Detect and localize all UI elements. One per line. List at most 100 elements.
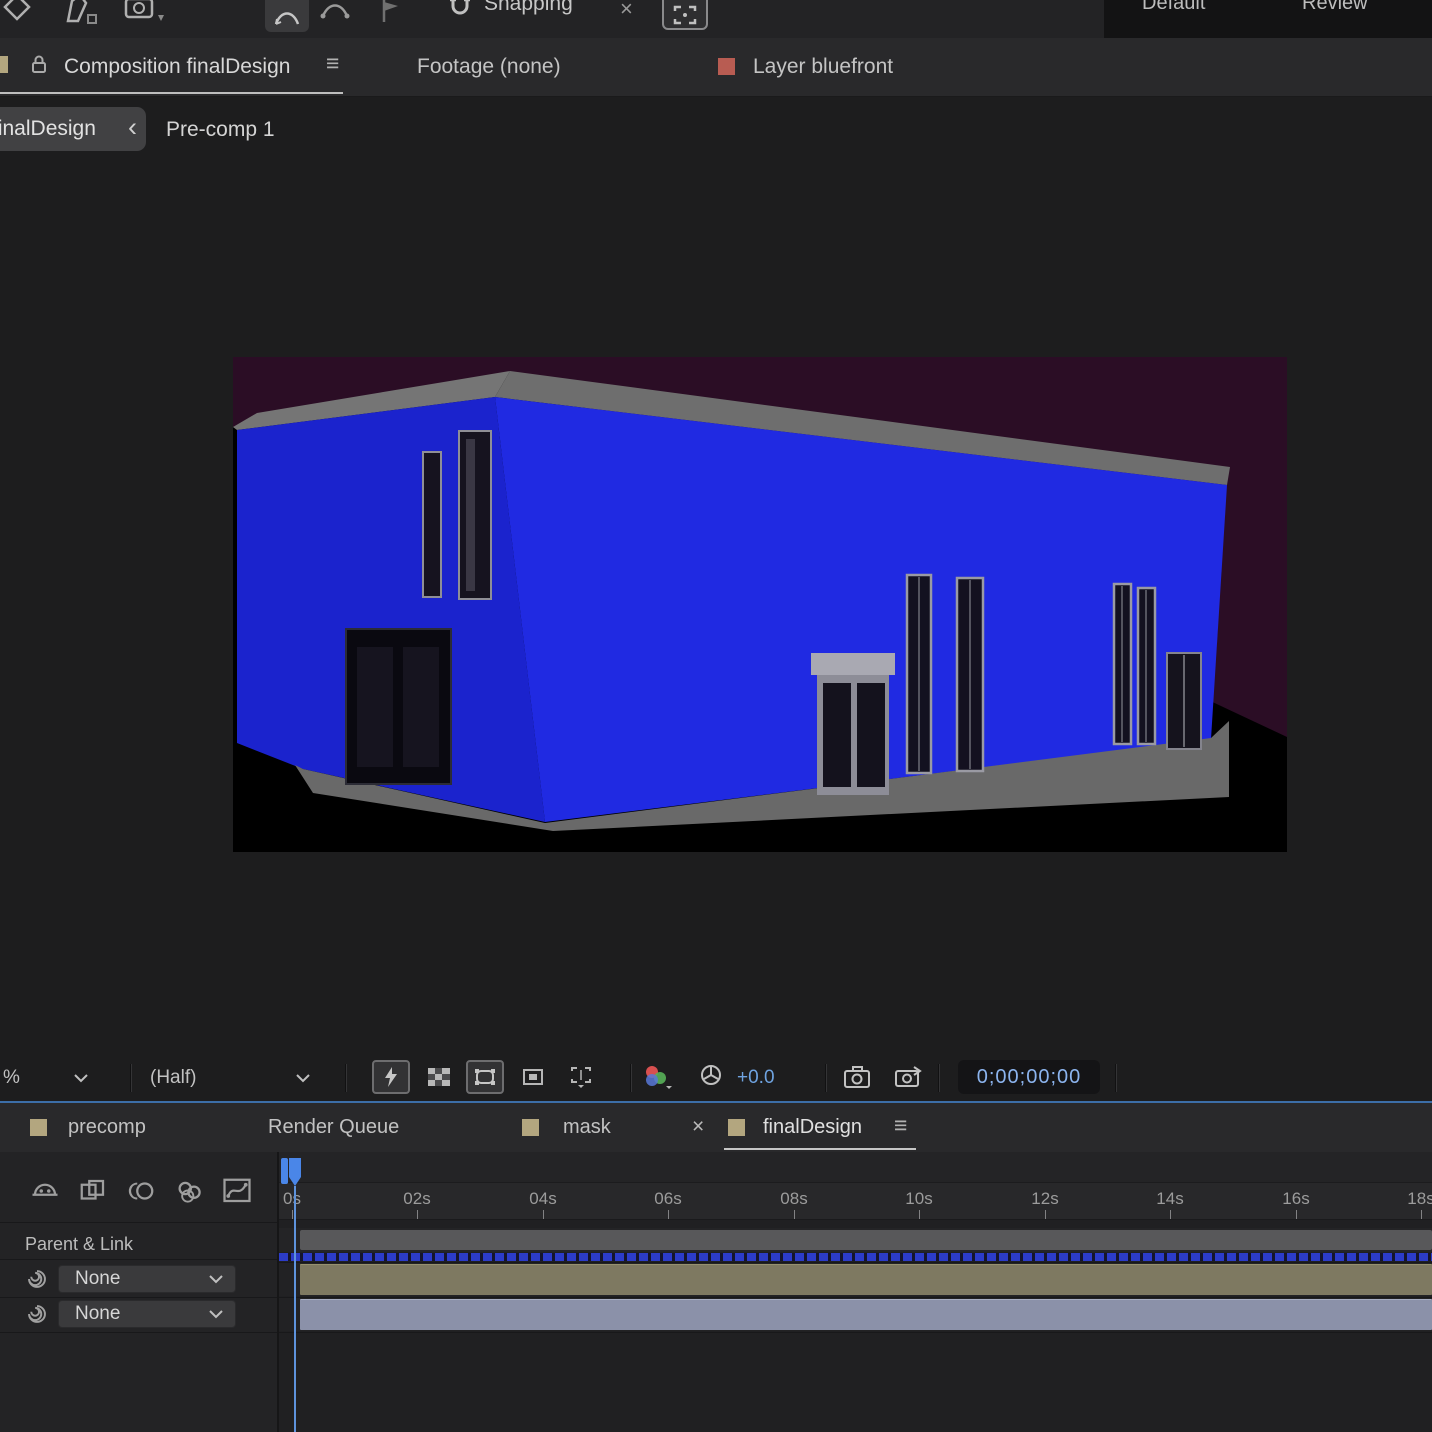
work-area-row [279,1228,1432,1252]
camera-tool-icon[interactable] [124,0,168,25]
snapping-icon[interactable] [446,0,474,24]
front-door-right [1167,653,1201,749]
show-snapshot-button[interactable] [892,1065,922,1091]
tab-mask[interactable]: mask [563,1116,611,1139]
region-of-interest-button[interactable] [514,1060,552,1094]
camera-icon [843,1066,871,1090]
top-toolbar: Snapping × Default Review [0,0,1432,39]
ruler-tick [1421,1210,1422,1219]
ruler-label: 06s [654,1189,681,1209]
tab-composition[interactable]: Composition finalDesign [64,55,290,79]
tab-footage[interactable]: Footage (none) [417,55,561,79]
layer-duration-bar-2[interactable] [300,1299,1432,1330]
work-area-bar[interactable] [300,1230,1432,1250]
close-tab-icon[interactable]: × [692,1115,704,1139]
time-ruler[interactable]: 0s 02s 04s 06s 08s 10s 12s 14s 16s 18s [279,1183,1432,1220]
work-area-strip[interactable] [279,1152,1432,1183]
magnification-select[interactable]: % [3,1067,20,1089]
ruler-tick [417,1210,418,1219]
snapping-label[interactable]: Snapping [484,0,573,16]
ruler-tick [794,1210,795,1219]
pickwhip-icon[interactable] [26,1268,48,1290]
tab-precomp[interactable]: precomp [68,1116,146,1139]
pickwhip-icon[interactable] [26,1303,48,1325]
panel-menu-icon[interactable]: ≡ [894,1112,907,1139]
panel-menu-icon[interactable]: ≡ [326,50,339,77]
snap-option-close-icon[interactable]: × [620,0,633,22]
exposure-value[interactable]: +0.0 [737,1067,775,1089]
viewer-footer: % (Half) [0,1055,1432,1101]
graph-editor-icon[interactable] [222,1176,252,1206]
panel-edge-chip [0,56,8,73]
render-cache-bar [279,1253,1432,1261]
ruler-tick [1045,1210,1046,1219]
layer-duration-bar-1[interactable] [300,1264,1432,1295]
chevron-down-icon[interactable] [74,1074,88,1083]
breadcrumb: finalDesign ‹ Pre-comp 1 [0,96,1432,158]
tab-render-queue[interactable]: Render Queue [268,1116,399,1139]
chevron-left-icon: ‹ [128,112,137,143]
checkerboard-icon [428,1068,450,1086]
divider [0,1259,277,1260]
pan-tool-icon[interactable] [320,0,350,22]
workspace-review[interactable]: Review [1302,0,1368,15]
rgb-channels-icon [642,1064,676,1092]
mask-visibility-button[interactable] [466,1060,504,1094]
transparency-grid-button[interactable] [420,1060,458,1094]
column-divider[interactable] [277,1152,279,1432]
ruler-label: 12s [1031,1189,1058,1209]
frame-blending-icon[interactable] [78,1176,108,1206]
work-area-start-handle[interactable] [281,1158,288,1184]
active-tab-underline [724,1148,916,1150]
composition-frame[interactable] [233,357,1287,852]
layer-tab-swatch [718,58,735,75]
shape-tool-icon[interactable] [2,0,32,25]
resolution-select[interactable]: (Half) [150,1067,196,1089]
workspace-default[interactable]: Default [1142,0,1205,15]
ruler-tick [668,1210,669,1219]
divider [130,1064,132,1092]
reset-exposure-icon [698,1062,724,1088]
tab-layer[interactable]: Layer bluefront [753,55,893,79]
parent-dropdown-layer2[interactable]: None [58,1300,236,1328]
tab-finaldesign[interactable]: finalDesign [763,1116,862,1139]
divider [345,1064,347,1092]
shy-icon[interactable] [30,1176,60,1206]
fast-previews-button[interactable] [372,1060,410,1094]
motion-blur-icon[interactable] [126,1176,156,1206]
brainstorm-icon[interactable] [174,1176,204,1206]
reset-exposure-button[interactable] [698,1062,724,1088]
viewer-tab-bar: Composition finalDesign ≡ Footage (none)… [0,38,1432,97]
playhead-handle[interactable] [288,1157,302,1187]
ruler-tick [1296,1210,1297,1219]
pen-tool-icon[interactable] [58,0,98,27]
breadcrumb-current-comp[interactable]: finalDesign ‹ [0,107,146,151]
divider [0,1297,277,1298]
snap-options-button[interactable] [662,0,708,30]
parent-value: None [75,1268,120,1290]
ruler-tick [292,1210,293,1219]
front-door-left [811,653,895,795]
grid-guide-options-button[interactable] [562,1060,600,1094]
current-time-field[interactable]: 0;00;00;00 [958,1060,1100,1094]
ruler-label: 18s [1407,1189,1432,1209]
take-snapshot-button[interactable] [843,1066,871,1090]
active-tab-underline [0,92,343,94]
timeline-panel: Parent & Link None None [0,1152,1432,1432]
flag-tool-icon[interactable] [378,0,404,24]
divider [0,1332,277,1333]
ruler-label: 0s [283,1189,301,1209]
chevron-down-icon[interactable] [296,1074,310,1083]
composition-canvas [233,357,1287,852]
lock-icon[interactable] [30,53,48,75]
orbit-tool-button[interactable] [265,0,309,32]
ruler-label: 04s [529,1189,556,1209]
breadcrumb-parent-comp[interactable]: Pre-comp 1 [166,118,275,142]
ruler-label: 16s [1282,1189,1309,1209]
ruler-tick [543,1210,544,1219]
playhead-line[interactable] [294,1186,296,1432]
comp-chip-icon [30,1119,47,1136]
parent-dropdown-layer1[interactable]: None [58,1265,236,1293]
channel-select-button[interactable] [642,1064,676,1092]
divider [630,1064,632,1092]
